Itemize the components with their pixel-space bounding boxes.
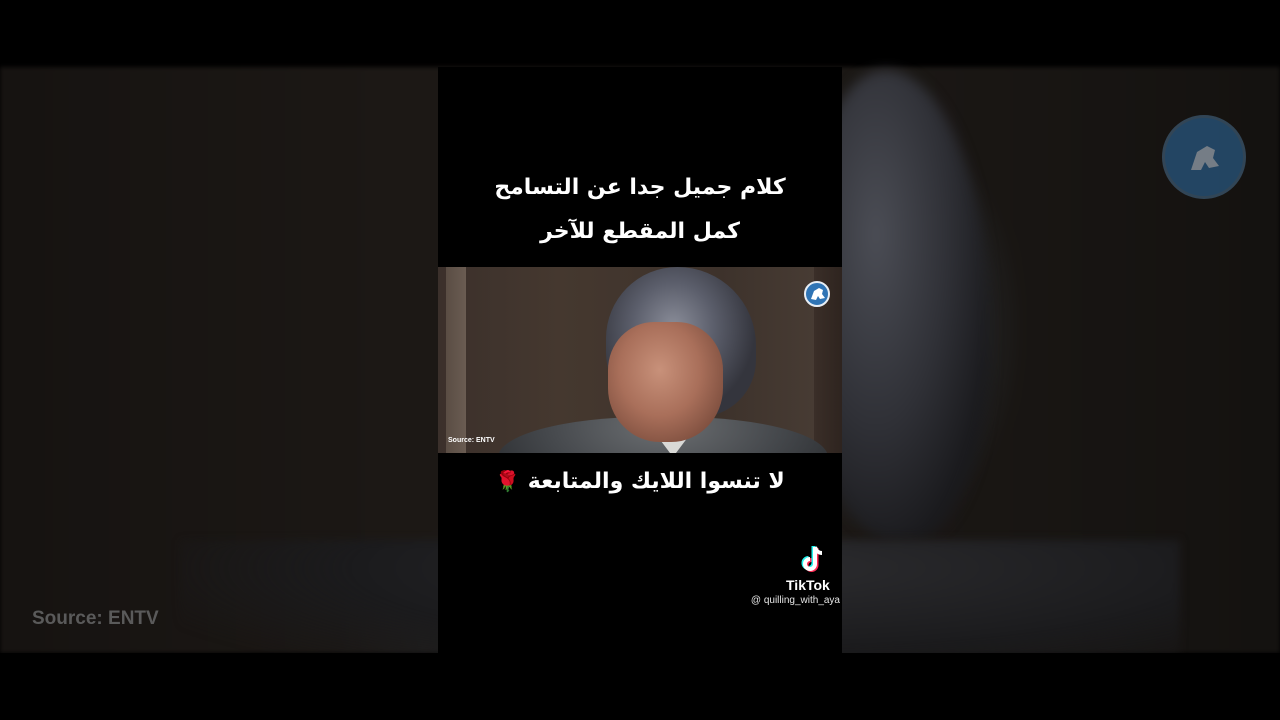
short-video-player[interactable]: كلام جميل جدا عن التسامح كمل المقطع للآخ… — [438, 67, 842, 653]
letterbox-top — [0, 0, 1280, 67]
tiktok-note-icon — [788, 544, 838, 580]
background-channel-logo-icon — [1162, 115, 1246, 199]
letterbox-bottom — [0, 653, 1280, 720]
channel-logo-icon — [804, 281, 830, 307]
background-source-label: Source: ENTV — [32, 608, 159, 629]
caption-line-1: كلام جميل جدا عن التسامح — [494, 175, 786, 200]
caption-line-2: كمل المقطع للآخر — [540, 219, 740, 244]
source-label: Source: ENTV — [448, 437, 495, 444]
call-to-action: لا تنسوا اللايك والمتابعة 🌹 — [438, 469, 842, 494]
call-to-action-text: لا تنسوا اللايك والمتابعة — [527, 469, 785, 494]
video-frame: Source: ENTV كلام جميل جدا عن التسامح كم… — [0, 0, 1280, 720]
tiktok-username: @ quilling_with_aya — [750, 595, 840, 606]
tiktok-brand-label: TikTok — [786, 577, 830, 593]
studio-panel-left — [446, 267, 466, 453]
rose-emoji-icon: 🌹 — [495, 469, 521, 493]
interview-clip: Source: ENTV — [438, 267, 842, 453]
speaker-face — [608, 322, 723, 442]
